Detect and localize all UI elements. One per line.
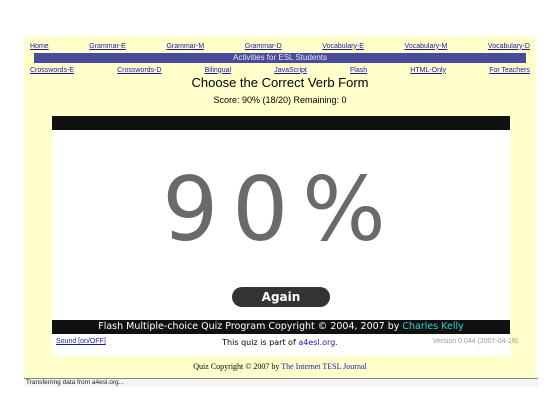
site-banner: Activities for ESL Students: [34, 53, 526, 63]
a4esl-link[interactable]: a4esl.org.: [298, 338, 338, 347]
nav-html-only[interactable]: HTML-Only: [410, 67, 446, 74]
part-of-prefix: This quiz is part of: [222, 338, 299, 347]
page-title: Choose the Correct Verb Form: [191, 75, 369, 90]
version-label: Version 0.044 (2007-04-19): [432, 338, 518, 345]
author-name: Charles Kelly: [402, 321, 464, 332]
again-button[interactable]: Again: [232, 287, 330, 307]
nav-vocabulary-d[interactable]: Vocabulary-D: [488, 43, 530, 50]
nav-vocabulary-e[interactable]: Vocabulary-E: [322, 43, 364, 50]
program-copyright-bar: Flash Multiple-choice Quiz Program Copyr…: [52, 320, 510, 334]
nav-bilingual[interactable]: Bilingual: [205, 67, 231, 74]
quiz-copyright-prefix: Quiz Copyright © 2007 by: [193, 362, 282, 371]
quiz-header-bar: [52, 116, 510, 130]
nav-crosswords-e[interactable]: Crosswords-E: [30, 67, 74, 74]
nav-crosswords-d[interactable]: Crosswords-D: [117, 67, 161, 74]
nav-row-top: Home Grammar-E Grammar-M Grammar-D Vocab…: [24, 40, 536, 52]
nav-javascript[interactable]: JavaScript: [274, 67, 307, 74]
quiz-copyright: Quiz Copyright © 2007 by The Internet TE…: [24, 362, 536, 371]
browser-status-bar: Transferring data from a4esl.org...: [24, 378, 538, 387]
nav-vocabulary-m[interactable]: Vocabulary-M: [405, 43, 448, 50]
nav-home[interactable]: Home: [30, 43, 49, 50]
nav-grammar-d[interactable]: Grammar-D: [245, 43, 282, 50]
nav-flash[interactable]: Flash: [350, 67, 367, 74]
nav-for-teachers[interactable]: For Teachers: [489, 67, 530, 74]
page-container: Home Grammar-E Grammar-M Grammar-D Vocab…: [24, 36, 536, 378]
program-copyright-text: Flash Multiple-choice Quiz Program Copyr…: [98, 321, 403, 332]
nav-grammar-m[interactable]: Grammar-M: [166, 43, 204, 50]
tesl-journal-link[interactable]: The Internet TESL Journal: [281, 362, 367, 371]
score-text: Score: 90% (18/20) Remaining: 0: [213, 95, 347, 105]
result-percent: 90%: [162, 158, 400, 261]
nav-grammar-e[interactable]: Grammar-E: [89, 43, 126, 50]
